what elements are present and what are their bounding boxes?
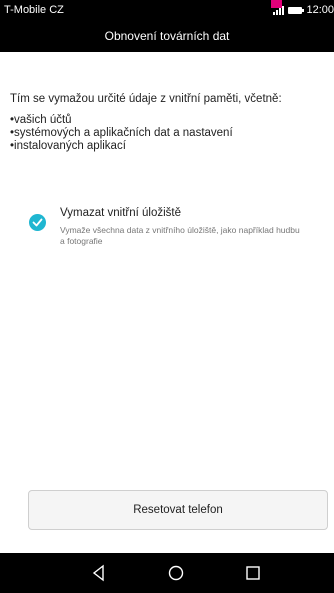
status-bar: T-Mobile CZ 12:00: [0, 0, 334, 20]
battery-icon: [288, 6, 305, 14]
list-item: instalovaných aplikací: [10, 140, 324, 153]
title-bar: Obnovení továrních dat: [0, 20, 334, 52]
status-icons: 12:00: [273, 4, 334, 16]
clock: 12:00: [306, 4, 334, 16]
reset-phone-label: Resetovat telefon: [133, 504, 223, 516]
home-icon[interactable]: [167, 564, 185, 582]
checkbox-checked-icon[interactable]: [29, 214, 46, 231]
list-item: systémových a aplikačních dat a nastaven…: [10, 127, 324, 140]
carrier-label: T-Mobile CZ: [4, 4, 64, 16]
main-content: Tím se vymažou určité údaje z vnitřní pa…: [0, 52, 334, 153]
signal-icon: [273, 5, 285, 15]
erase-internal-storage-option[interactable]: Vymazat vnitřní úložiště Vymaže všechna …: [29, 207, 322, 247]
intro-text: Tím se vymažou určité údaje z vnitřní pa…: [10, 93, 282, 105]
recent-apps-icon[interactable]: [244, 564, 262, 582]
list-item: vašich účtů: [10, 114, 324, 127]
option-title: Vymazat vnitřní úložiště: [60, 207, 182, 219]
erase-list: vašich účtů systémových a aplikačních da…: [10, 114, 324, 153]
navigation-bar: [0, 553, 334, 593]
option-description: Vymaže všechna data z vnitřního úložiště…: [60, 225, 300, 246]
back-icon[interactable]: [90, 564, 108, 582]
page-title: Obnovení továrních dat: [104, 29, 230, 43]
reset-phone-button[interactable]: Resetovat telefon: [28, 490, 328, 530]
